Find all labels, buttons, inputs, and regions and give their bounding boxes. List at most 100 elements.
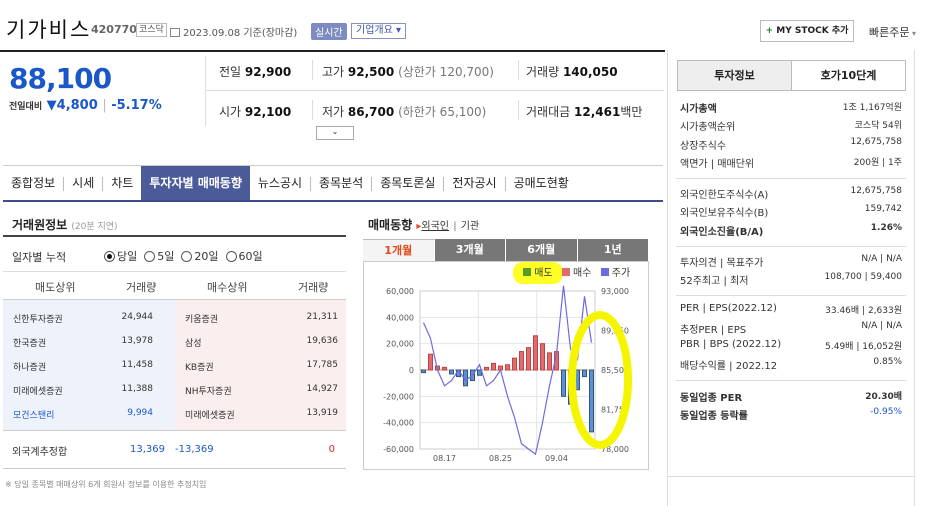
prev-value: 92,900 — [244, 65, 292, 79]
divider — [3, 271, 346, 272]
info-label: 추정PER | EPS — [680, 325, 747, 336]
buy-volume: 17,785 — [306, 360, 339, 370]
tab-foreign[interactable]: ▸외국인 — [416, 221, 449, 232]
info-value: 12,675,758 — [850, 186, 902, 196]
y-tick-label: 60,000 — [386, 287, 414, 296]
low-price: 저가 86,700 (하한가 65,100) — [322, 103, 486, 120]
info-label: PBR | BPS (2022.12) — [680, 339, 782, 350]
tab-1month[interactable]: 1개월 — [363, 239, 435, 261]
change-percent: -5.17% — [111, 98, 162, 113]
open-value: 92,100 — [244, 105, 292, 119]
radio-5d[interactable]: 5일 — [144, 250, 174, 263]
radio-label: 5일 — [157, 250, 175, 263]
company-overview-button[interactable]: 기업개요 ▾ — [351, 23, 406, 39]
high-label: 고가 — [322, 65, 345, 79]
info-row: 동일업종 PER 20.30배 — [680, 389, 902, 404]
tab-discussion[interactable]: 종목토론실 — [372, 166, 443, 200]
volume: 거래량 140,050 — [526, 63, 618, 80]
radio-label: 60일 — [238, 250, 263, 263]
trade-amount: 거래대금 12,461백만 — [526, 103, 642, 120]
divider — [205, 56, 206, 126]
buy-bar — [428, 353, 433, 371]
estimate-note: ※ 당일 종목별 매매상위 6개 회원사 정보를 이용한 추정치임 — [5, 480, 207, 489]
header-divider — [0, 50, 665, 52]
tab-1year[interactable]: 1년 — [577, 239, 649, 261]
tab-chart[interactable]: 차트 — [103, 166, 141, 200]
info-value: 20.30배 — [865, 392, 902, 402]
info-row: 시가총액순위 코스닥 54위 — [680, 118, 902, 133]
radio-20d[interactable]: 20일 — [181, 250, 219, 263]
tab-institution[interactable]: 기관 — [461, 221, 479, 232]
sell-volume: 13,978 — [121, 336, 154, 346]
prev-close: 전일 92,900 — [219, 63, 291, 80]
buy-volume: 13,919 — [306, 408, 339, 418]
y-tick-label: 40,000 — [386, 313, 414, 322]
tab-3month[interactable]: 3개월 — [434, 239, 506, 261]
info-value: 0.85% — [873, 357, 902, 367]
volume-label: 거래량 — [526, 65, 560, 79]
info-label: PER | EPS(2022.12) — [680, 303, 777, 314]
tab-investor-trading[interactable]: 투자자별 매매동향 — [141, 166, 250, 200]
main-tab-bar: 종합정보 시세 차트 투자자별 매매동향 뉴스공시 종목분석 종목토론실 전자공… — [3, 165, 663, 202]
divider — [312, 100, 313, 120]
info-value: 159,742 — [864, 204, 902, 214]
radio-label: 20일 — [194, 250, 219, 263]
info-row: 액면가 | 매매단위 200원 | 1주 — [680, 155, 902, 170]
foreign-label: 외국계추정합 — [12, 447, 68, 458]
divider — [3, 468, 346, 469]
info-row: 외국인보유주식수(B) 159,742 — [680, 204, 902, 219]
y-tick-label: -40,000 — [383, 419, 414, 428]
info-row: 상장주식수 12,675,758 — [680, 137, 902, 152]
realtime-button[interactable]: 실시간 — [311, 23, 347, 40]
info-value: 코스닥 54위 — [854, 121, 902, 131]
y-tick-label: -60,000 — [383, 445, 414, 454]
legend-sell: 매도 — [534, 268, 553, 279]
open-label: 시가 — [219, 105, 242, 119]
tab-6month[interactable]: 6개월 — [506, 239, 578, 261]
chevron-down-icon: ⌄ — [331, 127, 339, 136]
chevron-down-icon: ▾ — [909, 29, 917, 38]
foreign-buy: 0 — [328, 444, 335, 455]
radio-today[interactable]: 당일 — [104, 250, 137, 263]
info-value: 1.26% — [870, 223, 902, 233]
period-radio-group: 당일 5일 20일 60일 — [104, 248, 263, 264]
info-label: 투자의견 | 목표주가 — [680, 258, 764, 269]
price-change: 전일대비 ▼4,800 | -5.17% — [9, 98, 162, 113]
info-label: 동일업종 등락률 — [680, 411, 748, 422]
info-label: 시가총액순위 — [680, 122, 736, 133]
highlight-circle — [568, 311, 632, 449]
col-sell-top: 매도상위 — [35, 281, 76, 294]
upper-limit: (상한가 120,700) — [398, 65, 494, 79]
divider — [667, 476, 915, 477]
tab-news[interactable]: 뉴스공시 — [250, 166, 310, 200]
sell-volume: 11,388 — [121, 384, 154, 394]
info-value: 200원 | 1주 — [853, 158, 902, 168]
divider — [518, 60, 519, 80]
highlight-annotation — [513, 262, 632, 449]
trade-info-title: 거래원정보 (20분 지연) — [12, 216, 118, 233]
tab-disclosure[interactable]: 전자공시 — [444, 166, 504, 200]
tab-analysis[interactable]: 종목분석 — [311, 166, 371, 200]
quick-order-button[interactable]: 빠른주문 ▾ — [869, 24, 916, 40]
open-price: 시가 92,100 — [219, 103, 291, 120]
tab-investment-info[interactable]: 투자정보 — [678, 61, 792, 90]
info-value: 108,700 | 59,400 — [824, 272, 902, 282]
current-price: 88,100 — [9, 62, 112, 95]
tab-overview[interactable]: 종합정보 — [3, 166, 63, 200]
tab-quotes[interactable]: 시세 — [64, 166, 102, 200]
y-tick-label: 0 — [409, 366, 414, 375]
stock-name: 기가비스 — [6, 18, 92, 42]
amount-unit: 백만 — [620, 105, 643, 119]
buy-broker: 키움증권 — [185, 315, 219, 325]
info-row: 동일업종 등락률 -0.95% — [680, 407, 902, 422]
foreign-sell: 13,369 — [130, 444, 165, 455]
expand-toggle[interactable]: ⌄ — [316, 126, 354, 140]
tab-short-selling[interactable]: 공매도현황 — [506, 166, 577, 200]
buy-broker: NH투자증권 — [185, 387, 232, 397]
radio-60d[interactable]: 60일 — [225, 250, 263, 263]
legend-price-swatch — [600, 268, 609, 276]
sell-broker: 모건스탠리 — [13, 411, 55, 421]
sell-broker: 미래에셋증권 — [13, 387, 63, 397]
my-stock-add-button[interactable]: + MY STOCK 추가 — [760, 20, 854, 42]
tab-order-book[interactable]: 호가10단계 — [792, 61, 905, 90]
